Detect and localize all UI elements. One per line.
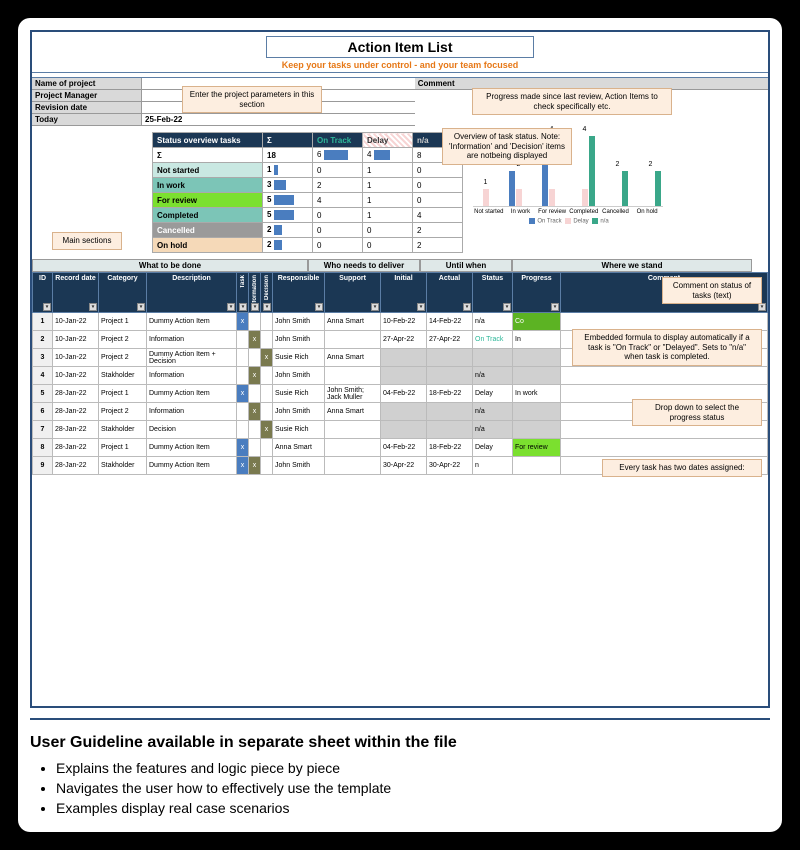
param-manager-label: Project Manager xyxy=(32,90,142,101)
col-description: Description▾ xyxy=(147,273,237,313)
filter-icon[interactable]: ▾ xyxy=(43,303,51,311)
today-value: 25-Feb-22 xyxy=(142,114,185,125)
group-headers: What to be done Who needs to deliver Unt… xyxy=(32,259,768,272)
page-subtitle: Keep your tasks under control - and your… xyxy=(32,58,768,73)
callout-sections: Main sections xyxy=(52,232,122,250)
callout-params: Enter the project parameters in this sec… xyxy=(182,86,322,113)
table-row[interactable]: 4 10-Jan-22 Stakholder Information x Joh… xyxy=(33,367,768,385)
status-overview-table: Status overview tasks Σ On Track Delay n… xyxy=(152,132,463,253)
guideline-list: Explains the features and logic piece by… xyxy=(30,760,770,816)
table-row[interactable]: 8 28-Jan-22 Project 1 Dummy Action Item … xyxy=(33,439,768,457)
col-category: Category▾ xyxy=(99,273,147,313)
col-decision: Decision▾ xyxy=(261,273,273,313)
col-task: Task▾ xyxy=(237,273,249,313)
param-revision-label: Revision date xyxy=(32,102,142,113)
col-status: Status▾ xyxy=(473,273,513,313)
overview-section: Status overview tasks Σ On Track Delay n… xyxy=(32,132,768,253)
col-record: Record date▾ xyxy=(53,273,99,313)
chart-legend: On Track Delay n/a xyxy=(473,218,663,225)
col-actual: Actual▾ xyxy=(427,273,473,313)
callout-task-comment: Comment on status of tasks (text) xyxy=(662,277,762,304)
callout-formula: Embedded formula to display automaticall… xyxy=(572,329,762,366)
col-progress: Progress▾ xyxy=(513,273,561,313)
main-table-section: What to be done Who needs to deliver Unt… xyxy=(32,259,768,475)
ov-header-title: Status overview tasks xyxy=(153,133,263,148)
guideline-section: User Guideline available in separate she… xyxy=(30,718,770,820)
callout-dropdown: Drop down to select the progress status xyxy=(632,399,762,426)
col-responsible: Responsible▾ xyxy=(273,273,325,313)
col-id: ID▾ xyxy=(33,273,53,313)
callout-dates: Every task has two dates assigned: xyxy=(602,459,762,477)
callout-comment: Progress made since last review, Action … xyxy=(472,88,672,115)
callout-overview: Overview of task status. Note: 'Informat… xyxy=(442,128,572,165)
param-today-label: Today xyxy=(32,114,142,125)
title-block: Action Item List Keep your tasks under c… xyxy=(32,32,768,78)
spreadsheet-preview: Action Item List Keep your tasks under c… xyxy=(30,30,770,708)
table-row[interactable]: 1 10-Jan-22 Project 1 Dummy Action Item … xyxy=(33,313,768,331)
guideline-title: User Guideline available in separate she… xyxy=(30,734,770,752)
task-table[interactable]: ID▾ Record date▾ Category▾ Description▾ … xyxy=(32,272,768,475)
col-info: Information▾ xyxy=(249,273,261,313)
param-name-label: Name of project xyxy=(32,78,142,89)
page-title: Action Item List xyxy=(266,36,533,58)
col-initial: Initial▾ xyxy=(381,273,427,313)
params-section: Name of project Project Manager Revision… xyxy=(32,78,768,126)
col-support: Support▾ xyxy=(325,273,381,313)
